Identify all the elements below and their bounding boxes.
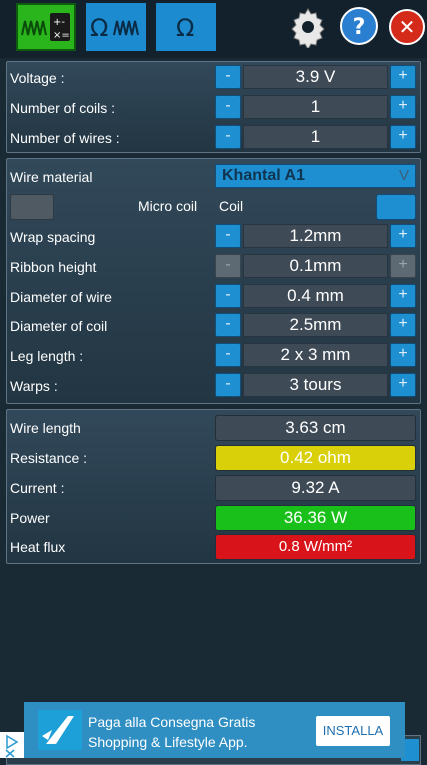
- coil-diameter-value: 2.5mm: [243, 313, 388, 337]
- coil-calculator-icon: +- ×=: [21, 13, 70, 41]
- ribbon-height-plus-button: +: [390, 254, 416, 278]
- ribbon-height-minus-button: -: [215, 254, 241, 278]
- ohm-icon: Ω: [176, 14, 194, 42]
- wire-material-value: Khantal A1: [222, 167, 305, 184]
- wire-length-value: 3.63 cm: [215, 415, 416, 441]
- current-label: Current :: [10, 480, 65, 496]
- wire-diameter-label: Diameter of wire: [10, 289, 112, 305]
- leg-length-minus-button[interactable]: -: [215, 343, 241, 367]
- warps-value: 3 tours: [243, 373, 388, 397]
- gear-icon[interactable]: [287, 6, 329, 48]
- voltage-label: Voltage :: [10, 70, 65, 86]
- coils-minus-button[interactable]: -: [215, 95, 241, 119]
- wire-length-row: Wire length 3.63 cm: [7, 414, 420, 442]
- leg-length-label: Leg length :: [10, 348, 84, 364]
- coil-diameter-row: Diameter of coil - 2.5mm +: [7, 312, 420, 340]
- current-value: 9.32 A: [215, 475, 416, 501]
- wrap-spacing-minus-button[interactable]: -: [215, 224, 241, 248]
- ad-banner[interactable]: Paga alla Consegna Gratis Shopping & Lif…: [24, 702, 405, 758]
- resistance-row: Resistance : 0.42 ohm: [7, 444, 420, 472]
- ad-line-2: Shopping & Lifestyle App.: [88, 734, 248, 750]
- ohm-coil-icon: Ω: [90, 14, 139, 42]
- resistance-label: Resistance :: [10, 450, 88, 466]
- wrap-spacing-row: Wrap spacing - 1.2mm +: [7, 223, 420, 251]
- build-panel: Wire material Khantal A1 V Micro coil Co…: [6, 158, 421, 404]
- coils-plus-button[interactable]: +: [390, 95, 416, 119]
- wires-row: Number of wires : - 1 +: [7, 124, 420, 152]
- heat-flux-value: 0.8 W/mm²: [215, 534, 416, 560]
- wire-diameter-row: Diameter of wire - 0.4 mm +: [7, 283, 420, 311]
- ad-line-1: Paga alla Consegna Gratis: [88, 714, 256, 730]
- ribbon-height-value: 0.1mm: [243, 254, 388, 278]
- wire-material-label: Wire material: [10, 169, 93, 185]
- heat-flux-label: Heat flux: [10, 539, 66, 555]
- current-row: Current : 9.32 A: [7, 474, 420, 502]
- coils-row: Number of coils : - 1 +: [7, 94, 420, 122]
- coil-label: Coil: [219, 198, 244, 214]
- voltage-plus-button[interactable]: +: [390, 65, 416, 89]
- toolbar: +- ×= Ω Ω ? ✕: [0, 0, 427, 58]
- leg-length-row: Leg length : - 2 x 3 mm +: [7, 342, 420, 370]
- wires-label: Number of wires :: [10, 130, 120, 146]
- wrap-spacing-plus-button[interactable]: +: [390, 224, 416, 248]
- leg-length-value: 2 x 3 mm: [243, 343, 388, 367]
- micro-coil-toggle[interactable]: [10, 194, 54, 220]
- warps-label: Warps :: [10, 378, 58, 394]
- svg-text:+-: +-: [53, 17, 65, 28]
- tab-ohm-law[interactable]: Ω: [156, 3, 216, 51]
- close-icon[interactable]: ✕: [388, 8, 426, 46]
- ribbon-height-row: Ribbon height - 0.1mm +: [7, 253, 420, 281]
- voltage-value: 3.9 V: [243, 65, 388, 89]
- coil-diameter-plus-button[interactable]: +: [390, 313, 416, 337]
- wrap-spacing-value: 1.2mm: [243, 224, 388, 248]
- power-row: Power 36.36 W: [7, 504, 420, 532]
- voltage-minus-button[interactable]: -: [215, 65, 241, 89]
- wires-plus-button[interactable]: +: [390, 125, 416, 149]
- coils-value: 1: [243, 95, 388, 119]
- chevron-down-icon: V: [398, 167, 409, 184]
- coil-type-row: Micro coil Coil: [7, 192, 420, 220]
- micro-coil-label: Micro coil: [138, 198, 198, 214]
- wires-minus-button[interactable]: -: [215, 125, 241, 149]
- wire-diameter-minus-button[interactable]: -: [215, 284, 241, 308]
- svg-text:×=: ×=: [53, 30, 70, 41]
- ribbon-height-label: Ribbon height: [10, 259, 97, 275]
- warps-minus-button[interactable]: -: [215, 373, 241, 397]
- leg-length-plus-button[interactable]: +: [390, 343, 416, 367]
- wire-diameter-value: 0.4 mm: [243, 284, 388, 308]
- tab-coil-calculator[interactable]: +- ×=: [16, 3, 76, 51]
- ohm-symbol: Ω: [176, 14, 194, 42]
- help-glyph: ?: [353, 15, 366, 40]
- tab-ohm-coil[interactable]: Ω: [86, 3, 146, 51]
- coil-diameter-minus-button[interactable]: -: [215, 313, 241, 337]
- wire-length-label: Wire length: [10, 420, 81, 436]
- coils-label: Number of coils :: [10, 100, 116, 116]
- warps-row: Warps : - 3 tours +: [7, 372, 420, 400]
- close-glyph: ✕: [399, 15, 416, 39]
- results-panel: Wire length 3.63 cm Resistance : 0.42 oh…: [6, 409, 421, 564]
- ad-info-icon[interactable]: [0, 732, 24, 758]
- ad-logo-icon: [38, 710, 82, 750]
- ad-text: Paga alla Consegna Gratis Shopping & Lif…: [88, 712, 255, 752]
- wrap-spacing-label: Wrap spacing: [10, 229, 96, 245]
- voltage-row: Voltage : - 3.9 V +: [7, 64, 420, 92]
- basics-panel: Voltage : - 3.9 V + Number of coils : - …: [6, 61, 421, 153]
- wires-value: 1: [243, 125, 388, 149]
- heat-flux-row: Heat flux 0.8 W/mm²: [7, 533, 420, 561]
- warps-plus-button[interactable]: +: [390, 373, 416, 397]
- help-icon[interactable]: ?: [339, 6, 379, 46]
- coil-diameter-label: Diameter of coil: [10, 318, 108, 334]
- resistance-value: 0.42 ohm: [215, 445, 416, 471]
- wire-diameter-plus-button[interactable]: +: [390, 284, 416, 308]
- coil-toggle[interactable]: [376, 194, 416, 220]
- wire-material-select[interactable]: Khantal A1 V: [215, 164, 416, 188]
- ad-install-button[interactable]: INSTALLA: [316, 716, 390, 746]
- ohm-symbol: Ω: [90, 14, 108, 42]
- power-value: 36.36 W: [215, 505, 416, 531]
- power-label: Power: [10, 510, 50, 526]
- wire-material-row: Wire material Khantal A1 V: [7, 163, 420, 191]
